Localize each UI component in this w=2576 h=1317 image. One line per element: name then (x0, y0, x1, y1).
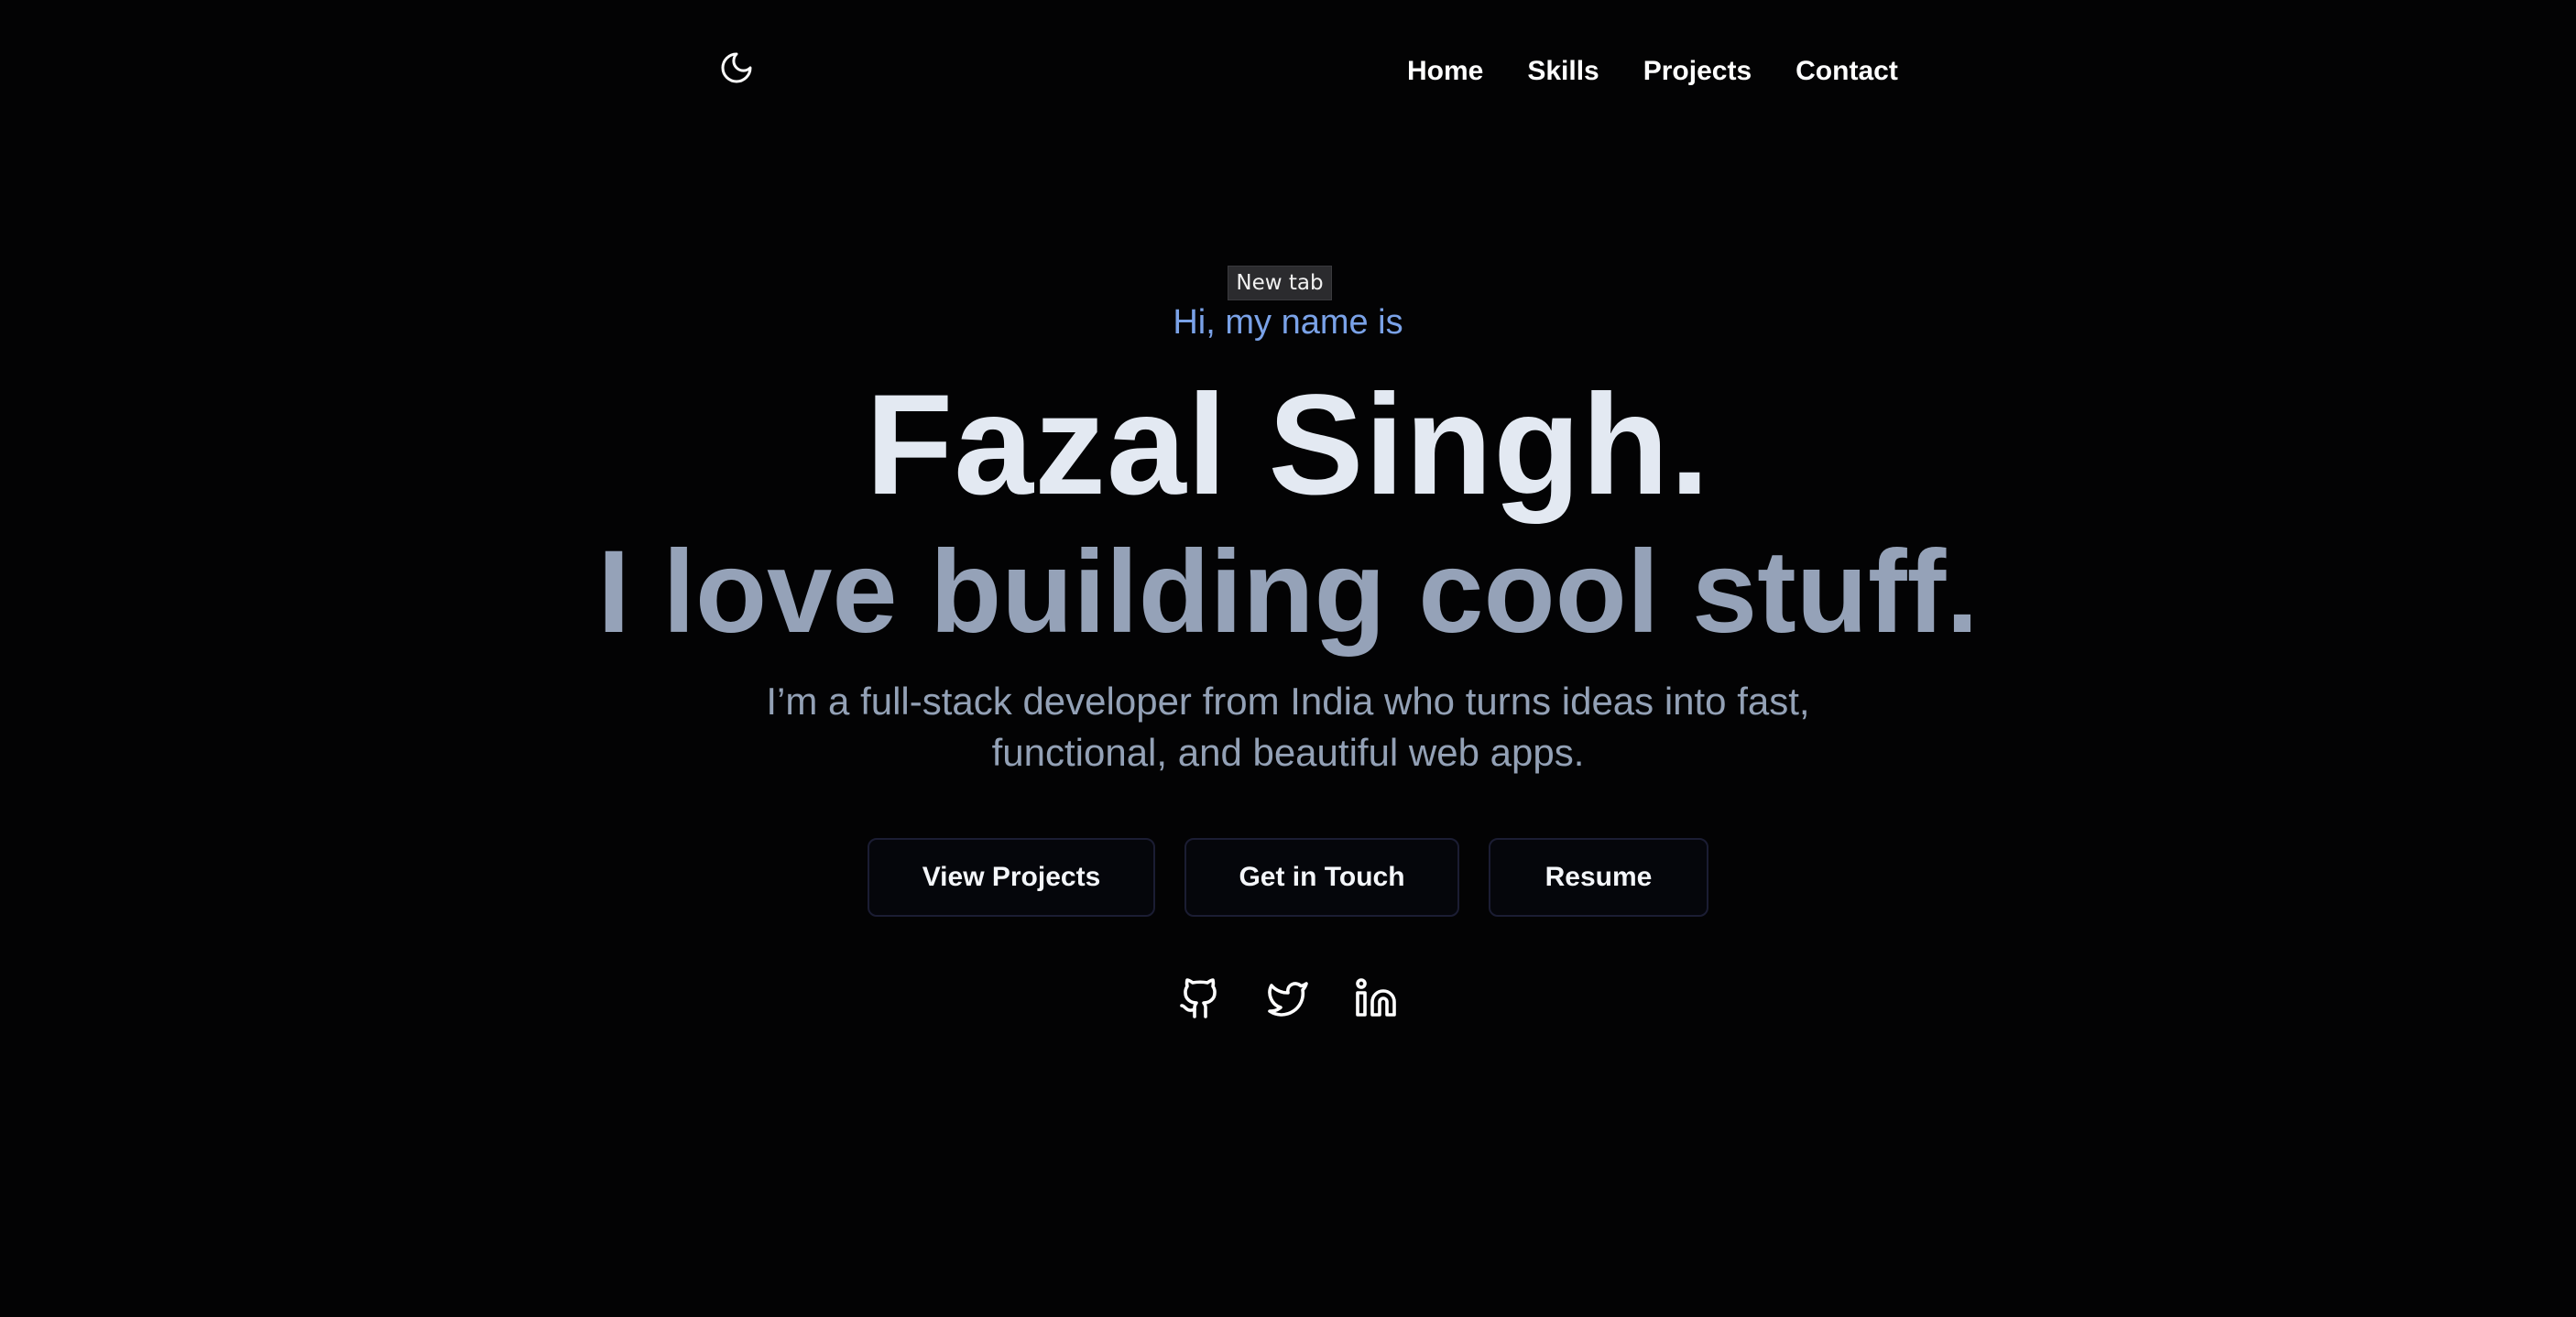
twitter-link[interactable] (1264, 974, 1312, 1022)
nav-contact-link[interactable]: Contact (1796, 53, 1898, 90)
moon-icon (721, 52, 752, 83)
new-tab-tooltip: New tab (1228, 266, 1332, 300)
nav-home-link[interactable]: Home (1407, 53, 1483, 90)
main-nav: Home Skills Projects Contact (1407, 53, 1898, 90)
linkedin-icon (1356, 978, 1396, 1017)
hero-name: Fazal Singh. (865, 365, 1711, 525)
social-links (0, 974, 2576, 1022)
resume-button[interactable]: Resume (1489, 838, 1708, 917)
linkedin-link[interactable] (1352, 974, 1400, 1022)
hero-buttons: View Projects Get in Touch Resume (0, 838, 2576, 917)
view-projects-button[interactable]: View Projects (868, 838, 1155, 917)
hero-greeting: Hi, my name is (1173, 303, 1403, 342)
hero-tagline: I love building cool stuff. (597, 527, 1979, 658)
theme-toggle-button[interactable] (715, 46, 759, 90)
github-icon (1180, 978, 1217, 1018)
github-link[interactable] (1176, 974, 1224, 1022)
twitter-icon (1268, 982, 1308, 1017)
hero-description: I’m a full-stack developer from India wh… (766, 680, 1810, 774)
get-in-touch-button[interactable]: Get in Touch (1184, 838, 1459, 917)
nav-projects-link[interactable]: Projects (1643, 53, 1752, 90)
nav-skills-link[interactable]: Skills (1527, 53, 1599, 90)
